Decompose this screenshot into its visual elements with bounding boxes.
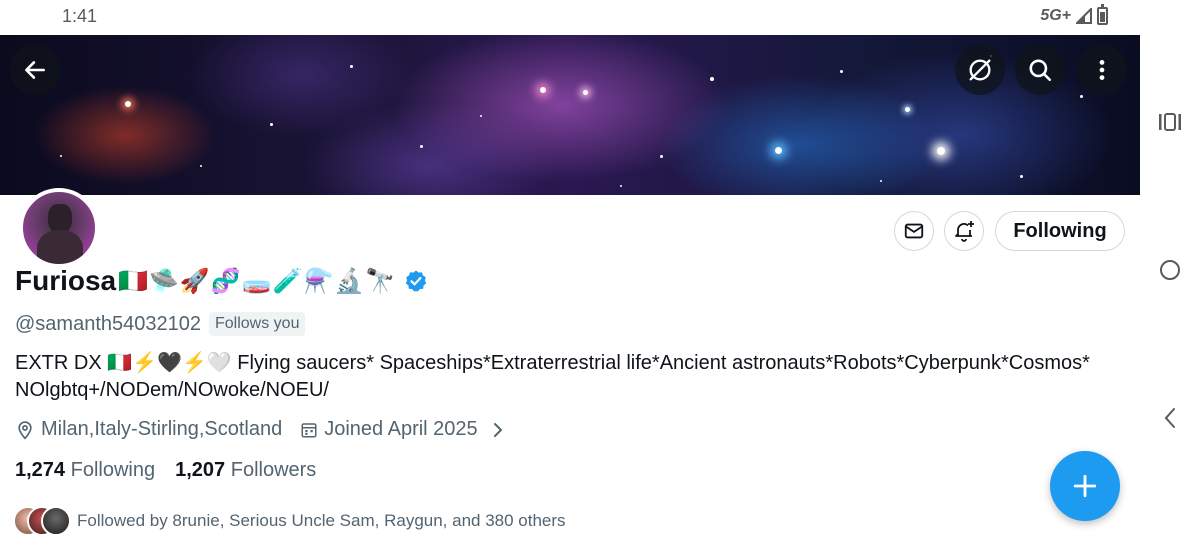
location-item: Milan,Italy-Stirling,Scotland: [15, 418, 282, 441]
arrow-left-icon: [25, 61, 45, 79]
follow-stats: 1,274 Following 1,207 Followers: [15, 459, 316, 482]
follows-you-badge: Follows you: [209, 312, 306, 336]
envelope-icon: [904, 223, 924, 239]
message-button[interactable]: [894, 211, 934, 251]
verified-badge-icon[interactable]: [404, 269, 428, 293]
display-name-row: Furiosa 🇮🇹🛸🚀🧬🧫🧪⚗️🔬🔭: [15, 265, 428, 297]
more-vertical-icon: [1099, 60, 1105, 80]
status-icons: 5G+: [1040, 4, 1108, 25]
following-count: 1,274: [15, 459, 66, 481]
followed-by-row[interactable]: Followed by 8runie, Serious Uncle Sam, R…: [13, 506, 566, 536]
more-options-button[interactable]: [1077, 45, 1127, 95]
plus-icon: [1073, 474, 1097, 498]
battery-icon: [1097, 4, 1108, 25]
search-button[interactable]: [1015, 45, 1065, 95]
location-pin-icon: [18, 420, 32, 440]
followers-count: 1,207: [175, 459, 226, 481]
calendar-icon: [301, 422, 317, 437]
signal-icon: [1076, 8, 1092, 24]
status-time: 1:41: [62, 6, 98, 26]
home-button[interactable]: [1158, 258, 1182, 282]
system-back-button[interactable]: [1158, 406, 1182, 430]
joined-item[interactable]: Joined April 2025: [300, 418, 505, 441]
profile-bio: EXTR DX 🇮🇹⚡🖤⚡🤍 Flying saucers* Spaceship…: [15, 352, 1090, 401]
user-handle: @samanth54032102: [15, 312, 201, 335]
display-name: Furiosa: [15, 265, 117, 296]
chevron-right-icon: [493, 422, 503, 437]
followed-by-text: Followed by 8runie, Serious Uncle Sam, R…: [77, 511, 566, 530]
mutual-avatar: [41, 506, 71, 536]
location-text: Milan,Italy-Stirling,Scotland: [41, 418, 283, 440]
following-button[interactable]: Following: [995, 211, 1125, 251]
name-emojis: 🇮🇹🛸🚀🧬🧫🧪⚗️🔬🔭: [118, 267, 397, 295]
home-circle-icon: [1160, 260, 1180, 280]
system-navigation-bar: [1140, 0, 1200, 540]
search-icon: [1029, 59, 1052, 82]
compose-button[interactable]: [1050, 451, 1120, 521]
following-stat[interactable]: 1,274 Following: [15, 459, 155, 482]
joined-date-text: Joined April 2025: [324, 418, 478, 440]
profile-avatar[interactable]: [19, 188, 99, 268]
back-button[interactable]: [10, 45, 60, 95]
sync-off-icon: [969, 59, 991, 81]
mutual-avatars: [13, 506, 75, 536]
profile-meta: Milan,Italy-Stirling,Scotland Joined Apr…: [15, 418, 524, 441]
followers-label: Followers: [230, 459, 317, 481]
status-bar: 1:41 5G+: [0, 0, 1140, 34]
chevron-left-icon: [1164, 408, 1175, 428]
recent-apps-icon: [1159, 113, 1181, 131]
sync-off-button[interactable]: [955, 45, 1005, 95]
following-label: Following: [70, 459, 156, 481]
handle-row: @samanth54032102 Follows you: [15, 312, 306, 336]
notifications-button[interactable]: [944, 211, 984, 251]
recent-apps-button[interactable]: [1158, 110, 1182, 134]
network-type: 5G+: [1040, 7, 1071, 24]
followers-stat[interactable]: 1,207 Followers: [175, 459, 316, 482]
bell-plus-icon: [955, 221, 974, 242]
